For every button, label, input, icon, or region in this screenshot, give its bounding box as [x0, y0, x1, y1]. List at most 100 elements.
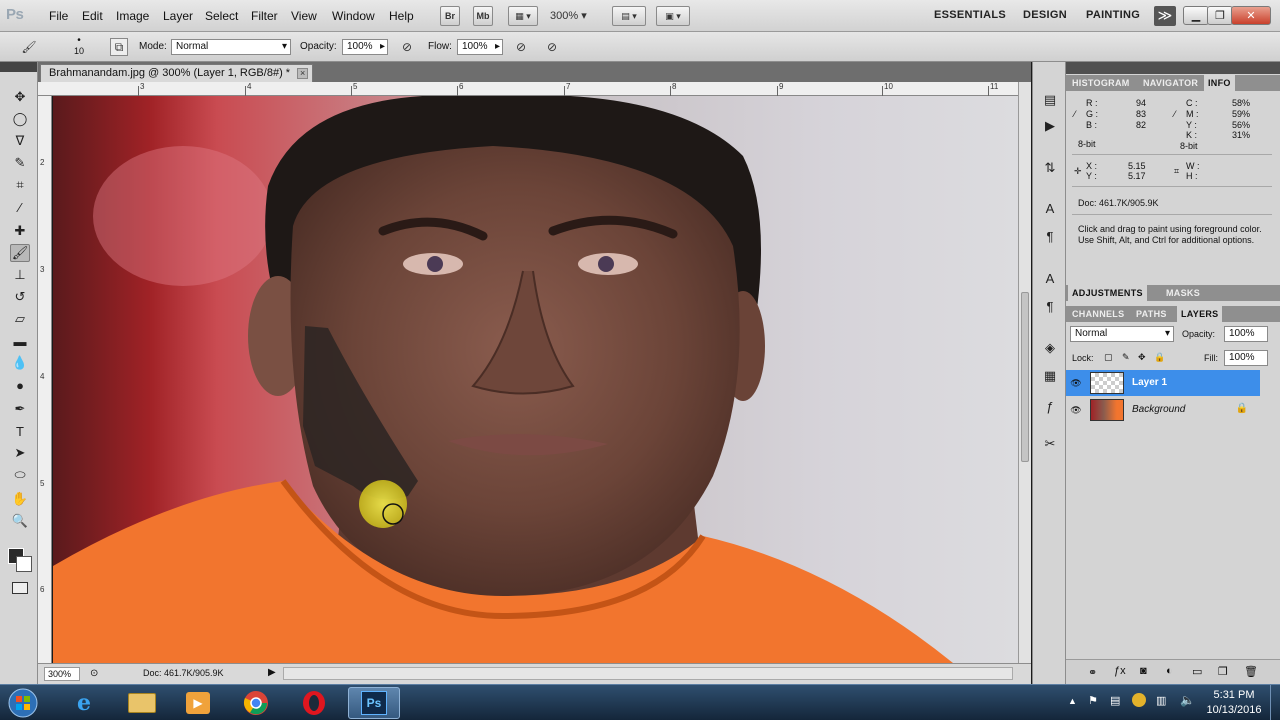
tab-navigator[interactable]: NAVIGATOR — [1143, 78, 1198, 88]
menu-select[interactable]: Select — [205, 9, 238, 23]
crop-tool-icon[interactable]: ⌗ — [10, 176, 30, 194]
marquee-tool-icon[interactable]: ◯ — [10, 110, 30, 128]
paragraph-panel-icon[interactable]: ¶ — [1040, 226, 1060, 246]
bridge-button[interactable]: Br — [440, 6, 460, 26]
clock-date[interactable]: 10/13/2016 — [1202, 704, 1266, 716]
status-menu-arrow-icon[interactable]: ▶ — [268, 667, 276, 678]
styles-panel-icon[interactable]: ƒ — [1040, 396, 1060, 416]
menu-window[interactable]: Window — [332, 9, 375, 23]
vertical-scroll-thumb[interactable] — [1021, 292, 1029, 462]
menu-help[interactable]: Help — [389, 9, 414, 23]
layer-opacity-input[interactable]: 100% — [1224, 326, 1268, 342]
close-window-button[interactable]: ✕ — [1231, 6, 1271, 25]
eyedropper-tool-icon[interactable]: ⁄ — [10, 198, 30, 216]
taskbar-chrome[interactable] — [230, 687, 282, 719]
lock-position-icon[interactable]: ✥ — [1138, 352, 1146, 363]
clock-time[interactable]: 5:31 PM — [1202, 689, 1266, 701]
hand-tool-icon[interactable]: ✋ — [10, 490, 30, 508]
taskbar-file-explorer[interactable] — [116, 687, 168, 719]
workspace-essentials[interactable]: ESSENTIALS — [934, 9, 1006, 21]
lock-all-icon[interactable]: 🔒 — [1154, 352, 1165, 363]
path-selection-tool-icon[interactable]: ➤ — [10, 444, 30, 462]
swatches-panel-icon[interactable]: ▦ — [1040, 366, 1060, 386]
airbrush-icon[interactable]: ⊘ — [512, 38, 530, 56]
layer-name[interactable]: Background — [1132, 404, 1185, 415]
tool-presets-icon[interactable]: ✂ — [1040, 434, 1060, 454]
start-button[interactable] — [0, 687, 46, 719]
taskbar-opera[interactable] — [288, 687, 340, 719]
adjustment-layer-icon[interactable]: ◐ — [1166, 665, 1173, 677]
brush-panel-toggle-icon[interactable]: ⧉ — [110, 38, 128, 56]
history-panel-icon[interactable]: ▤ — [1040, 90, 1060, 110]
menu-filter[interactable]: Filter — [251, 9, 278, 23]
menu-file[interactable]: File — [49, 9, 68, 23]
tab-channels[interactable]: CHANNELS — [1072, 309, 1124, 319]
flow-input[interactable]: 100% ▸ — [457, 39, 503, 55]
lasso-tool-icon[interactable]: ᐁ — [10, 132, 30, 150]
gradient-tool-icon[interactable]: ▬ — [10, 332, 30, 350]
arrange-documents-button[interactable]: ▤ ▾ — [612, 6, 646, 26]
tab-histogram[interactable]: HISTOGRAM — [1072, 78, 1130, 88]
brush-tool-preset-icon[interactable]: 🖌 — [20, 38, 38, 56]
tray-app-icon[interactable]: ▤ — [1110, 694, 1120, 707]
pressure-opacity-icon[interactable]: ⊘ — [398, 38, 416, 56]
eraser-tool-icon[interactable]: ▱ — [10, 310, 30, 328]
tab-paths[interactable]: PATHS — [1136, 309, 1167, 319]
background-color-swatch[interactable] — [16, 556, 32, 572]
clone-stamp-tool-icon[interactable]: ⊥ — [10, 266, 30, 284]
workspace-design[interactable]: DESIGN — [1023, 9, 1067, 21]
status-zoom-field[interactable]: 300% — [44, 667, 80, 681]
layer-name[interactable]: Layer 1 — [1132, 377, 1167, 388]
3d-panel-icon[interactable]: ◈ — [1040, 338, 1060, 358]
character-panel-icon[interactable]: A — [1040, 198, 1060, 218]
more-workspaces-button[interactable]: ≫ — [1154, 6, 1176, 26]
menu-edit[interactable]: Edit — [82, 9, 103, 23]
close-document-button[interactable]: × — [297, 68, 309, 79]
zoom-tool-icon[interactable]: 🔍 — [10, 512, 30, 530]
add-mask-icon[interactable]: ◙ — [1140, 665, 1147, 677]
dodge-tool-icon[interactable]: ● — [10, 376, 30, 394]
tray-app-icon[interactable] — [1132, 693, 1146, 707]
minimize-button[interactable]: ▁ — [1183, 6, 1209, 25]
pressure-size-icon[interactable]: ⊘ — [543, 38, 561, 56]
paragraph-styles-icon[interactable]: ¶ — [1040, 296, 1060, 316]
menu-image[interactable]: Image — [116, 9, 149, 23]
pen-tool-icon[interactable]: ✒ — [10, 400, 30, 418]
clone-source-panel-icon[interactable]: ⇅ — [1040, 158, 1060, 178]
restore-button[interactable]: ❐ — [1207, 6, 1233, 25]
new-group-icon[interactable]: ▭ — [1192, 665, 1202, 678]
link-layers-icon[interactable]: ⚭ — [1088, 666, 1097, 679]
layer-row[interactable]: 👁 Layer 1 — [1066, 370, 1260, 396]
tab-info[interactable]: INFO — [1204, 75, 1235, 91]
delete-layer-icon[interactable]: 🗑 — [1244, 665, 1258, 678]
lock-pixels-icon[interactable]: ✎ — [1122, 352, 1130, 363]
shape-tool-icon[interactable]: ⬭ — [10, 466, 30, 484]
taskbar-media-player[interactable]: ▶ — [172, 687, 224, 719]
menu-layer[interactable]: Layer — [163, 9, 193, 23]
healing-brush-tool-icon[interactable]: ✚ — [10, 222, 30, 240]
view-extras-button[interactable]: ▦ ▾ — [508, 6, 538, 26]
status-info-icon[interactable]: ⊙ — [90, 668, 98, 679]
history-brush-tool-icon[interactable]: ↺ — [10, 288, 30, 306]
opacity-input[interactable]: 100% ▸ — [342, 39, 388, 55]
menu-view[interactable]: View — [291, 9, 317, 23]
quick-selection-tool-icon[interactable]: ✎ — [10, 154, 30, 172]
network-icon[interactable]: ▥ — [1156, 694, 1166, 707]
taskbar-photoshop[interactable]: Ps — [348, 687, 400, 719]
image-canvas[interactable] — [53, 96, 1018, 663]
screen-mode-button[interactable]: ▣ ▾ — [656, 6, 690, 26]
zoom-level-dropdown[interactable]: 300% ▾ — [550, 9, 587, 22]
mini-bridge-button[interactable]: Mb — [473, 6, 493, 26]
tab-masks[interactable]: MASKS — [1166, 288, 1200, 298]
actions-panel-icon[interactable]: ▶ — [1040, 116, 1060, 136]
tab-layers[interactable]: LAYERS — [1177, 306, 1223, 322]
layer-row[interactable]: 👁 Background 🔒 — [1066, 397, 1260, 423]
taskbar-internet-explorer[interactable]: e — [58, 687, 110, 719]
blur-tool-icon[interactable]: 💧 — [10, 354, 30, 372]
document-tab[interactable]: Brahmanandam.jpg @ 300% (Layer 1, RGB/8#… — [40, 64, 314, 82]
tray-expand-icon[interactable]: ▲ — [1068, 696, 1077, 706]
fill-input[interactable]: 100% — [1224, 350, 1268, 366]
new-layer-icon[interactable]: ❐ — [1218, 665, 1228, 678]
brush-size-picker[interactable]: • 10 — [68, 36, 90, 60]
blend-mode-select[interactable]: Normal ▾ — [1070, 326, 1174, 342]
